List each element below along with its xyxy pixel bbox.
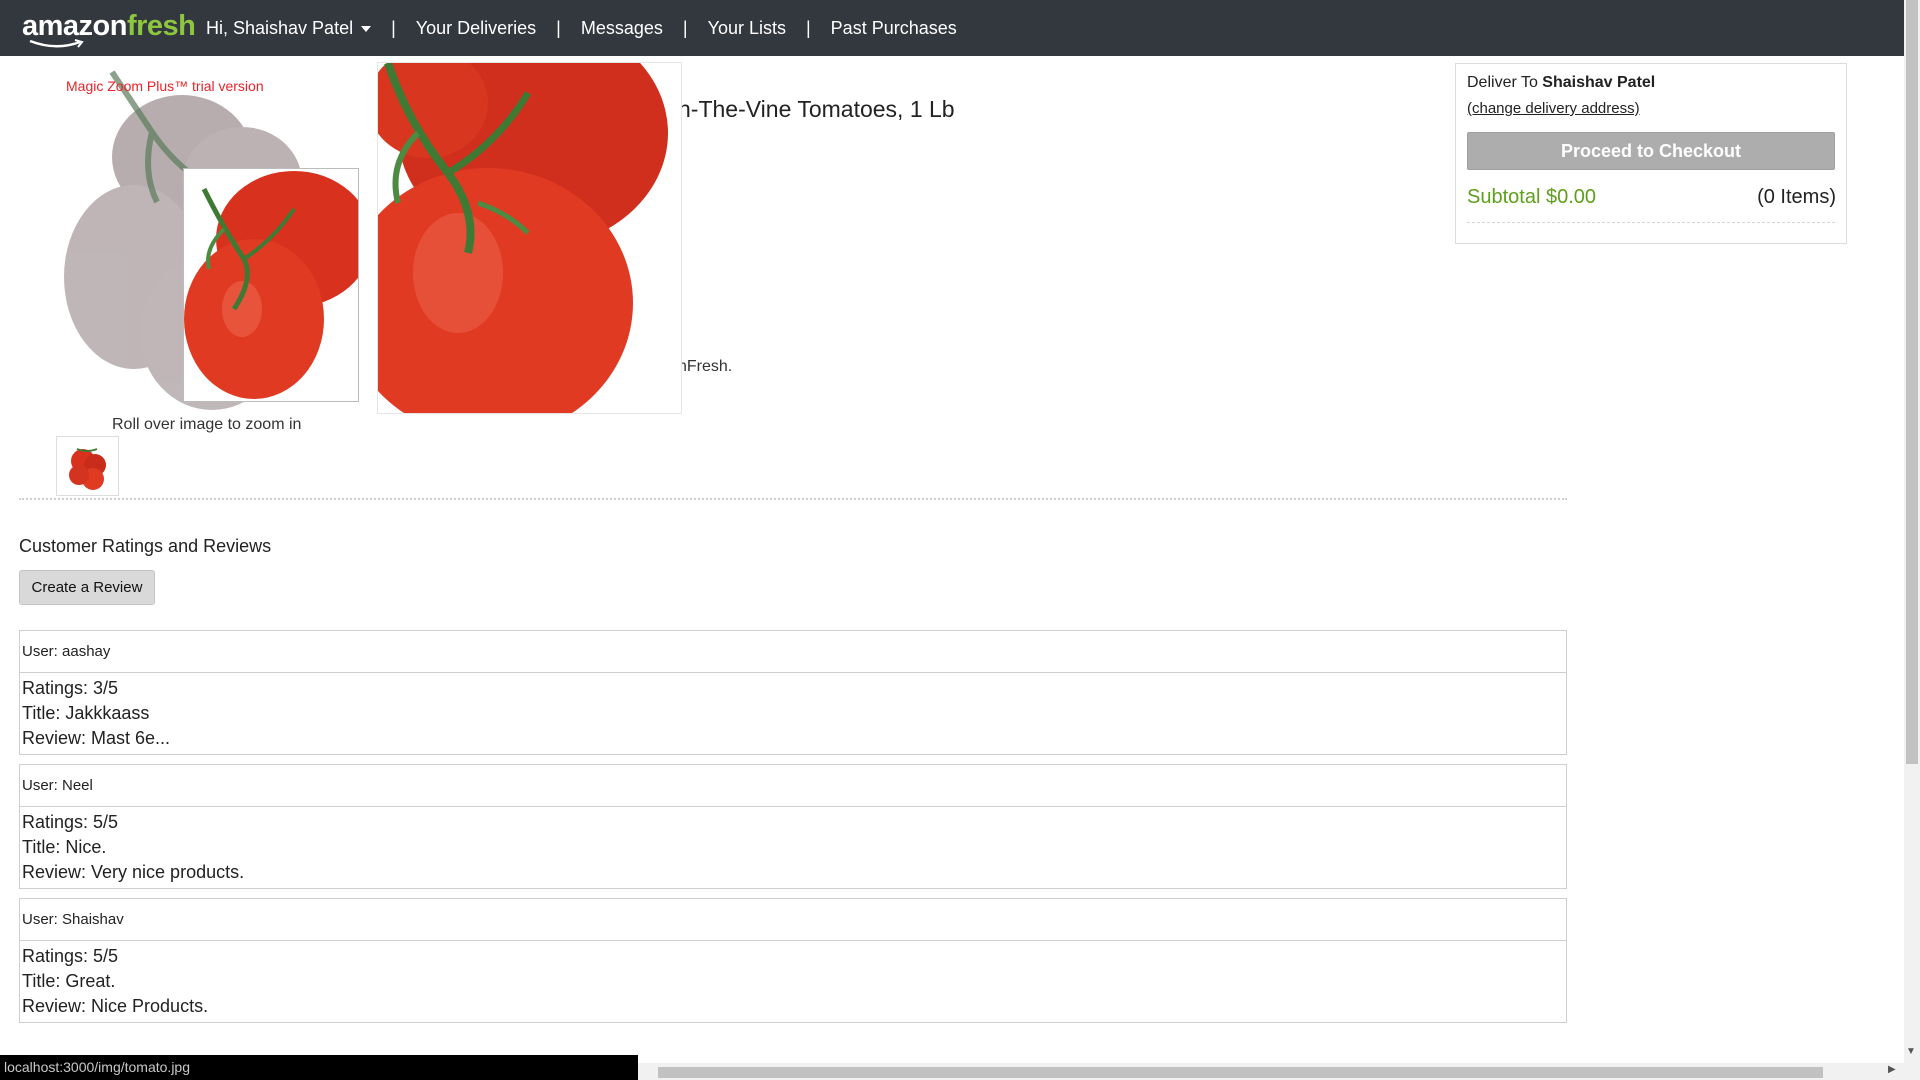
review-text: Review: Very nice products.	[22, 862, 245, 882]
zoomed-tomato-image	[378, 63, 668, 413]
browser-status-bar: localhost:3000/img/tomato.jpg	[0, 1055, 638, 1080]
amazonfresh-logo[interactable]: amazonfresh	[22, 10, 196, 48]
review-card: User: Neel Ratings: 5/5 Title: Nice. Rev…	[19, 764, 1567, 889]
review-rating: Ratings: 5/5	[22, 946, 119, 966]
cart-item-count: (0 Items)	[1757, 186, 1836, 208]
nav-your-lists[interactable]: Your Lists	[708, 18, 786, 39]
product-title: n-The-Vine Tomatoes, 1 Lb	[678, 96, 955, 122]
review-user: User: Shaishav	[20, 899, 1566, 941]
create-review-button[interactable]: Create a Review	[19, 570, 155, 605]
product-thumbnail[interactable]	[56, 436, 119, 496]
nav-separator: |	[391, 17, 396, 38]
horizontal-scrollbar-thumb[interactable]	[658, 1067, 1823, 1078]
nav-messages[interactable]: Messages	[581, 18, 663, 39]
logo-text-amazon: amazon	[22, 10, 127, 42]
section-divider	[19, 498, 1567, 500]
cart-subtotal: Subtotal $0.00	[1467, 186, 1596, 208]
vertical-scrollbar-thumb[interactable]	[1906, 0, 1918, 764]
review-user: User: Neel	[20, 765, 1566, 807]
review-text: Review: Nice Products.	[22, 996, 209, 1016]
zoom-trial-notice: Magic Zoom Plus™ trial version	[66, 78, 264, 94]
review-body: Ratings: 3/5 Title: Jakkkaass Review: Ma…	[20, 673, 1566, 754]
zoom-hint: Roll over image to zoom in	[112, 416, 302, 433]
cart-panel: Deliver To Shaishav Patel (change delive…	[1455, 63, 1847, 244]
review-title: Title: Great.	[22, 971, 116, 991]
review-body: Ratings: 5/5 Title: Nice. Review: Very n…	[20, 807, 1566, 888]
deliver-name: Shaishav Patel	[1542, 74, 1656, 91]
amazon-smile-icon	[29, 39, 84, 48]
nav-your-deliveries[interactable]: Your Deliveries	[416, 18, 536, 39]
zoom-lens[interactable]	[183, 168, 359, 402]
nav-past-purchases[interactable]: Past Purchases	[831, 18, 957, 39]
account-menu[interactable]: Hi, Shaishav Patel	[206, 17, 372, 39]
logo-text-fresh: fresh	[126, 10, 196, 42]
review-rating: Ratings: 5/5	[22, 812, 119, 832]
review-rating: Ratings: 3/5	[22, 678, 119, 698]
review-title: Title: Jakkkaass	[22, 703, 150, 723]
change-address-link[interactable]: (change delivery address)	[1467, 100, 1640, 117]
nav-separator: |	[682, 17, 688, 38]
nav-separator: |	[556, 17, 561, 38]
scroll-right-arrow-icon[interactable]: ▶	[1888, 1064, 1896, 1075]
review-title: Title: Nice.	[22, 837, 107, 857]
zoom-preview-window	[377, 62, 682, 414]
reviews-heading: Customer Ratings and Reviews	[19, 536, 272, 556]
top-nav-bar: amazonfresh Hi, Shaishav Patel | Your De…	[0, 0, 1904, 56]
cart-divider	[1467, 222, 1835, 223]
deliver-label: Deliver To	[1467, 74, 1538, 91]
caret-down-icon	[361, 25, 372, 32]
deliver-to: Deliver To Shaishav Patel	[1467, 74, 1655, 92]
review-text: Review: Mast 6e...	[22, 728, 171, 748]
lens-tomato-image	[184, 171, 358, 399]
review-user: User: aashay	[20, 631, 1566, 673]
nav-menu: Hi, Shaishav Patel | Your Deliveries | M…	[206, 0, 957, 56]
proceed-to-checkout-button[interactable]: Proceed to Checkout	[1467, 132, 1835, 170]
scroll-down-arrow-icon[interactable]: ▼	[1906, 1046, 1916, 1057]
product-seller-text: nFresh.	[678, 358, 733, 375]
greeting-label: Hi, Shaishav Patel	[206, 17, 354, 38]
nav-separator: |	[805, 17, 811, 38]
review-body: Ratings: 5/5 Title: Great. Review: Nice …	[20, 941, 1566, 1022]
review-card: User: aashay Ratings: 3/5 Title: Jakkkaa…	[19, 630, 1567, 755]
review-card: User: Shaishav Ratings: 5/5 Title: Great…	[19, 898, 1567, 1023]
tomato-thumbnail-image	[69, 448, 106, 490]
